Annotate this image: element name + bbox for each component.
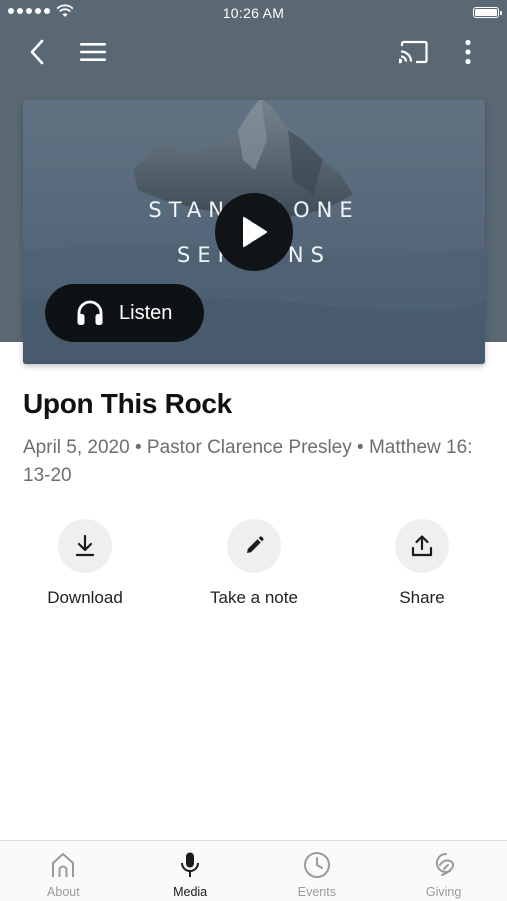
- tab-events[interactable]: Events: [254, 841, 381, 901]
- tab-about[interactable]: About: [0, 841, 127, 901]
- take-note-button[interactable]: Take a note: [184, 519, 324, 608]
- bottom-tab-bar: About Media Events Giving: [0, 840, 507, 901]
- tab-giving[interactable]: Giving: [380, 841, 507, 901]
- download-icon: [58, 519, 112, 573]
- tab-about-label: About: [47, 885, 80, 899]
- clock-icon: [303, 851, 331, 879]
- download-label: Download: [47, 588, 123, 607]
- more-options-button[interactable]: [448, 32, 488, 72]
- cast-icon: [399, 40, 428, 64]
- play-icon: [243, 217, 267, 247]
- sermon-meta: April 5, 2020 • Pastor Clarence Presley …: [23, 437, 473, 486]
- status-time: 10:26 AM: [222, 5, 285, 21]
- more-vertical-icon: [465, 39, 471, 65]
- headphones-icon: [75, 298, 105, 328]
- sermon-artwork: STANDALONE SERMONS Listen: [23, 100, 485, 364]
- battery-icon: [473, 7, 502, 18]
- pencil-icon: [227, 519, 281, 573]
- play-button[interactable]: [215, 193, 293, 271]
- sermon-title: Upon This Rock: [23, 388, 232, 419]
- hamburger-menu-icon: [80, 43, 106, 61]
- tab-media-label: Media: [173, 885, 208, 899]
- tab-media[interactable]: Media: [127, 841, 254, 901]
- share-label: Share: [399, 588, 445, 607]
- download-button[interactable]: Download: [15, 519, 155, 608]
- status-bar: 10:26 AM: [0, 0, 507, 28]
- microphone-icon: [179, 851, 201, 879]
- chevron-left-icon: [30, 39, 44, 65]
- take-note-label: Take a note: [210, 588, 298, 607]
- listen-button[interactable]: Listen: [45, 284, 204, 342]
- back-button[interactable]: [18, 32, 58, 72]
- share-icon: [395, 519, 449, 573]
- listen-label: Listen: [119, 301, 173, 324]
- giving-icon: [430, 851, 458, 879]
- tab-events-label: Events: [297, 885, 336, 899]
- church-icon: [50, 851, 76, 879]
- tab-giving-label: Giving: [425, 885, 462, 899]
- share-button[interactable]: Share: [352, 519, 492, 608]
- cast-button[interactable]: [394, 32, 434, 72]
- menu-button[interactable]: [73, 32, 113, 72]
